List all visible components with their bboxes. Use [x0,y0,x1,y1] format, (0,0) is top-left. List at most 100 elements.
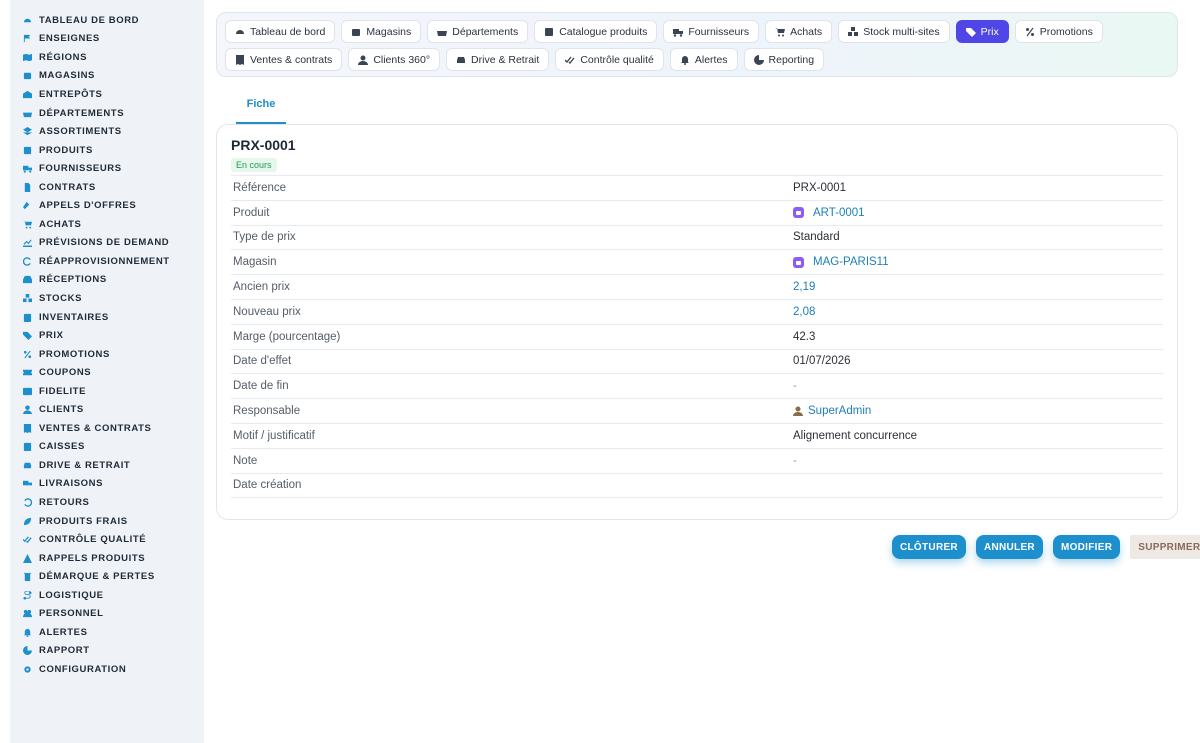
tab-promotions[interactable]: Promotions [1014,20,1103,43]
field-label: Magasin [233,256,277,269]
sidebar-item-fournisseurs[interactable]: FOURNISSEURS [10,159,204,178]
close-button[interactable]: CLÔTURER [892,535,966,559]
delete-button[interactable]: SUPPRIMER [1130,535,1200,559]
tab-d-partements[interactable]: Départements [427,20,529,43]
truck-icon [23,164,32,173]
tab-magasins[interactable]: Magasins [341,20,422,43]
tab-fournisseurs[interactable]: Fournisseurs [663,20,760,43]
field-row: Référence PRX-0001 [231,176,1163,201]
sidebar-item-enseignes[interactable]: ENSEIGNES [10,30,204,49]
sidebar-item-caisses[interactable]: CAISSES [10,438,204,457]
layers-icon [23,127,32,136]
sidebar-item-label: PRODUITS FRAIS [39,515,128,527]
sidebar-item-promotions[interactable]: PROMOTIONS [10,345,204,364]
sidebar-item-contrats[interactable]: CONTRATS [10,178,204,197]
tab-tableau-de-bord[interactable]: Tableau de bord [225,20,336,43]
sidebar-item-prix[interactable]: PRIX [10,326,204,345]
field-value-text: SuperAdmin [808,405,872,418]
tab-label: Alertes [694,53,728,66]
sidebar-item-configuration[interactable]: CONFIGURATION [10,660,204,679]
tab-alertes[interactable]: Alertes [669,48,738,71]
sidebar-item-coupons[interactable]: COUPONS [10,363,204,382]
tab-label: Clients 360° [373,53,431,66]
sidebar-item-stocks[interactable]: STOCKS [10,289,204,308]
store-icon [23,71,32,80]
sidebar-item-rappels-produits[interactable]: RAPPELS PRODUITS [10,549,204,568]
cancel-button[interactable]: ANNULER [975,535,1043,559]
sidebar-item-label: TABLEAU DE BORD [39,14,140,26]
sidebar-item-fidelite[interactable]: FIDELITE [10,382,204,401]
ticket-icon [23,368,32,377]
store-icon [351,27,361,37]
tab-ventes-contrats[interactable]: Ventes & contrats [225,48,343,71]
field-value[interactable]: MAG-PARIS11 [793,256,889,268]
sidebar-item-label: PRIX [39,330,64,342]
field-row: Date d'effet 01/07/2026 [231,350,1163,375]
sidebar-item-alertes[interactable]: ALERTES [10,623,204,642]
sidebar-item-r-ceptions[interactable]: RÉCEPTIONS [10,271,204,290]
tab-label: Reporting [768,53,815,66]
user-icon [23,405,32,415]
chart-line-icon [23,238,32,248]
user-icon [358,55,369,65]
field-list: Référence PRX-0001 Produit ART-0001 Type de … [231,175,1163,499]
field-label: Type de prix [233,231,296,244]
tab-label: Achats [790,25,823,38]
sidebar-item-rapport[interactable]: RAPPORT [10,642,204,661]
tab-clients-360-[interactable]: Clients 360° [348,48,441,71]
tab-drive-retrait[interactable]: Drive & Retrait [446,48,550,71]
sidebar-item-tableau-de-bord[interactable]: TABLEAU DE BORD [10,11,204,30]
tab-reporting[interactable]: Reporting [743,48,825,71]
sidebar-item-d-partements[interactable]: DÉPARTEMENTS [10,104,204,123]
dashboard-icon [235,27,245,37]
sidebar-item-retours[interactable]: RETOURS [10,493,204,512]
sidebar-item-pr-visions-de-demand[interactable]: PRÉVISIONS DE DEMAND [10,234,204,253]
field-value[interactable]: SuperAdmin [793,405,871,417]
sidebar-item-contr-le-qualit-[interactable]: CONTRÔLE QUALITÉ [10,530,204,549]
field-label: Date de fin [233,380,289,393]
sidebar-item-livraisons[interactable]: LIVRAISONS [10,475,204,494]
sidebar-item-appels-d-offres[interactable]: APPELS D'OFFRES [10,196,204,215]
undo-icon [23,498,32,507]
dashboard-icon [23,16,32,25]
tab-label: Ventes & contrats [250,53,333,66]
field-row: Type de prix Standard [231,226,1163,251]
edit-button[interactable]: MODIFIER [1052,535,1121,559]
sidebar-item-d-marque-pertes[interactable]: DÉMARQUE & PERTES [10,567,204,586]
sidebar-item-magasins[interactable]: MAGASINS [10,67,204,86]
sidebar-item-logistique[interactable]: LOGISTIQUE [10,586,204,605]
sidebar-item-label: ENTREPÔTS [39,88,103,100]
sidebar-item-assortiments[interactable]: ASSORTIMENTS [10,122,204,141]
sidebar-item-produits-frais[interactable]: PRODUITS FRAIS [10,512,204,531]
sidebar-item-inventaires[interactable]: INVENTAIRES [10,308,204,327]
tab-stock-multi-sites[interactable]: Stock multi-sites [838,20,950,43]
sidebar-item-label: STOCKS [39,292,83,304]
sidebar-item-drive-retrait[interactable]: DRIVE & RETRAIT [10,456,204,475]
tab-fiche[interactable]: Fiche [236,92,286,124]
tab-achats[interactable]: Achats [765,20,833,43]
sidebar-item-r-gions[interactable]: RÉGIONS [10,48,204,67]
field-value[interactable]: ART-0001 [793,207,865,219]
sidebar-item-achats[interactable]: ACHATS [10,215,204,234]
sidebar-item-label: MAGASINS [39,70,95,82]
sidebar-item-r-approvisionnement[interactable]: RÉAPPROVISIONNEMENT [10,252,204,271]
tab-catalogue-produits[interactable]: Catalogue produits [534,20,658,43]
sidebar-item-label: FIDELITE [39,385,87,397]
tab-contr-le-qualit-[interactable]: Contrôle qualité [555,48,664,71]
sidebar-item-ventes-contrats[interactable]: VENTES & CONTRATS [10,419,204,438]
register-icon [23,442,32,452]
sidebar-item-clients[interactable]: CLIENTS [10,400,204,419]
tab-label: Drive & Retrait [471,53,540,66]
sidebar-item-produits[interactable]: PRODUITS [10,141,204,160]
car-icon [456,55,466,65]
app-root: TABLEAU DE BORD ENSEIGNES RÉGIONS MAGASINS E… [0,0,1200,743]
truck-icon [673,27,684,37]
sidebar-item-label: COUPONS [39,367,92,379]
field-value-text: 01/07/2026 [793,355,851,368]
sidebar-item-label: CONTRATS [39,181,96,193]
tab-prix[interactable]: Prix [955,20,1009,43]
sidebar-item-label: LOGISTIQUE [39,589,104,601]
cart-icon [23,220,32,229]
sidebar-item-entrep-ts[interactable]: ENTREPÔTS [10,85,204,104]
sidebar-item-personnel[interactable]: PERSONNEL [10,605,204,624]
